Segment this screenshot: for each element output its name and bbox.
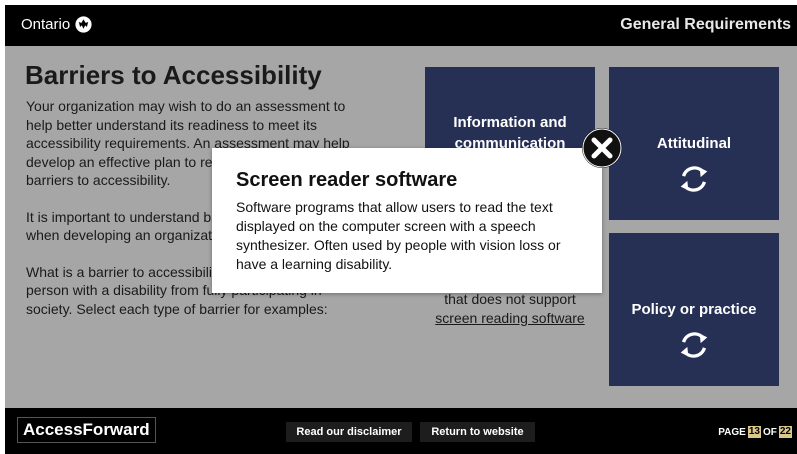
page-title: Barriers to Accessibility [25,60,322,90]
close-icon [582,128,622,168]
ontario-brand: Ontario [21,16,92,33]
card-policy-practice[interactable]: Policy or practice [609,233,779,386]
card-title-policy: Policy or practice [631,301,757,318]
top-bar: Ontario General Requirements [5,5,797,46]
page-of-label: OF [762,426,777,438]
app-frame: Ontario General Requirements Barriers to… [0,0,797,454]
refresh-icon [680,332,708,358]
footer-bar: AccessForward Read our disclaimer Return… [5,408,797,454]
return-to-website-button[interactable]: Return to website [420,422,535,442]
definition-popup: Screen reader software Software programs… [212,148,602,293]
trillium-icon [75,16,92,33]
page-total: 22 [778,426,792,438]
read-disclaimer-button[interactable]: Read our disclaimer [286,422,412,442]
popup-title: Screen reader software [236,169,458,191]
card-attitudinal[interactable]: Attitudinal [609,67,779,220]
info-example-text: that does not support screen reading sof… [425,290,595,328]
card-title-attitudinal: Attitudinal [656,135,732,152]
accessforward-logo: AccessForward [17,417,156,443]
refresh-icon [680,166,708,192]
close-popup-button[interactable] [582,128,622,168]
screen-reading-software-link[interactable]: screen reading software [435,309,584,328]
section-title: General Requirements [620,16,791,33]
popup-body: Software programs that allow users to re… [236,199,561,272]
page-indicator: PAGE 13 OF 22 [718,426,792,438]
brand-text: Ontario [21,16,71,33]
page-label: PAGE [718,426,746,438]
page-current: 13 [747,426,761,438]
info-example-lead: that does not support [444,291,576,307]
